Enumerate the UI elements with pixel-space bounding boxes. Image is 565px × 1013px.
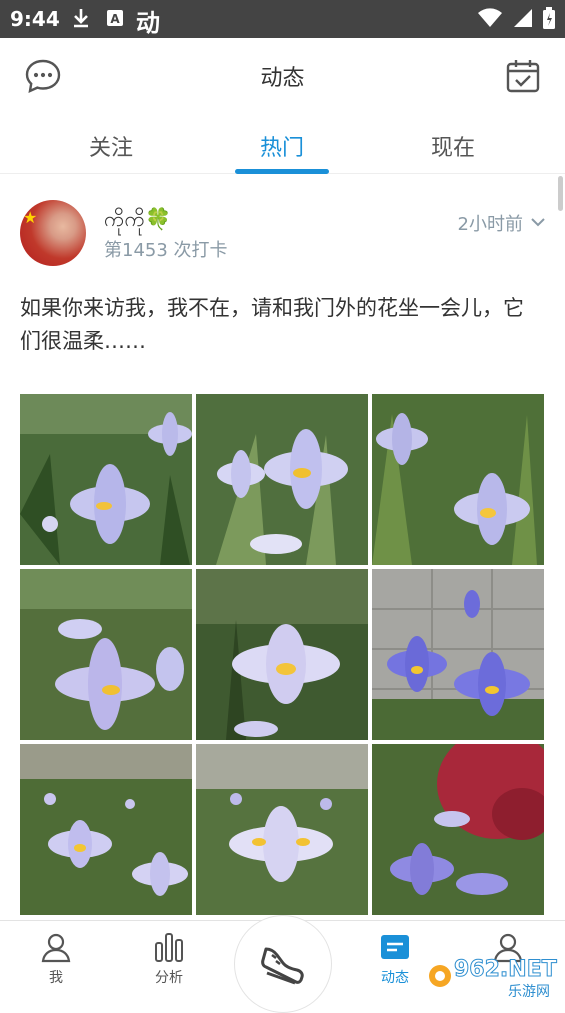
flower-photo[interactable] <box>196 569 368 740</box>
feed-icon <box>381 935 409 959</box>
flower-photo[interactable] <box>372 744 544 915</box>
page-title: 动态 <box>260 66 305 91</box>
nav-feed[interactable]: 动态 <box>355 931 435 987</box>
start-run-button[interactable] <box>234 915 332 1013</box>
flower-photo[interactable] <box>372 569 544 740</box>
tab-following[interactable]: 关注 <box>51 130 171 162</box>
post-time-text: 2小时前 <box>457 214 523 235</box>
feed-tabs: 关注 热门 现在 <box>0 116 565 174</box>
flower-photo[interactable] <box>20 394 192 565</box>
wifi-icon <box>477 8 503 32</box>
post-username[interactable]: ကိုကို🍀 <box>104 206 171 237</box>
watermark-text: 962.NET <box>454 957 557 982</box>
person-icon <box>41 933 71 963</box>
nav-analysis-label: 分析 <box>155 970 183 986</box>
flower-photo[interactable] <box>372 394 544 565</box>
flower-photo[interactable] <box>196 744 368 915</box>
status-time: 9:44 <box>10 7 60 31</box>
flower-photo[interactable] <box>196 394 368 565</box>
nav-me-label: 我 <box>49 970 63 986</box>
checkin-count: 第1453 次打卡 <box>104 240 228 261</box>
nav-feed-label: 动态 <box>381 970 409 986</box>
calendar-check-icon[interactable] <box>505 58 541 98</box>
download-icon <box>72 7 90 33</box>
tab-popular[interactable]: 热门 <box>222 130 342 162</box>
sneaker-icon <box>261 947 304 985</box>
app-header: 动态 <box>0 38 565 116</box>
avatar[interactable]: ★ <box>20 200 86 266</box>
clover-emoji: 🍀 <box>145 207 172 231</box>
bar-chart-icon <box>155 933 183 962</box>
font-app-icon: A <box>106 9 124 31</box>
tab-now[interactable]: 现在 <box>393 130 513 162</box>
chevron-down-icon <box>531 218 545 227</box>
nav-analysis[interactable]: 分析 <box>129 931 209 987</box>
post-time[interactable]: 2小时前 <box>458 210 545 236</box>
signal-icon <box>513 8 533 32</box>
site-watermark: 962.NET 乐游网 <box>426 954 561 1000</box>
scrollbar[interactable] <box>558 176 563 211</box>
battery-icon <box>543 7 555 33</box>
nav-me[interactable]: 我 <box>16 931 96 987</box>
flag-star-icon: ★ <box>23 208 38 227</box>
feed-list[interactable]: ★ ကိုကို🍀 第1453 次打卡 2小时前 如果你来访我，我不在，请和我门… <box>0 174 565 920</box>
flower-photo[interactable] <box>20 744 192 915</box>
post-text: 如果你来访我，我不在，请和我门外的花坐一会儿，它们很温柔…… <box>20 296 524 353</box>
watermark-sub: 乐游网 <box>508 984 550 1000</box>
flower-photo[interactable] <box>20 569 192 740</box>
svg-text:A: A <box>110 12 120 26</box>
app-notification-icon: 动 <box>136 9 160 37</box>
status-bar: 9:44 A 动 <box>0 0 565 38</box>
username-text: ကိုကို <box>104 207 146 231</box>
